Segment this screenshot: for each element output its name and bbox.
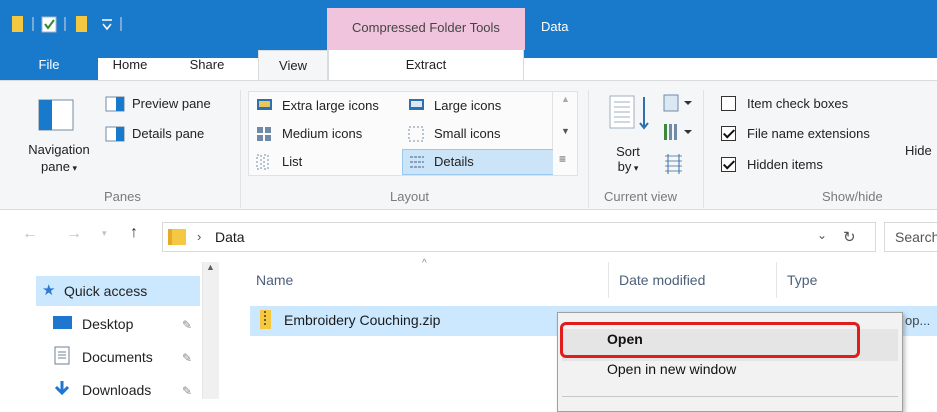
file-type-truncated: op... xyxy=(905,313,931,328)
pin-icon[interactable]: ✎ xyxy=(182,351,192,365)
add-columns-icon[interactable] xyxy=(662,122,696,144)
column-header-name[interactable]: Name xyxy=(256,272,293,288)
scroll-up-icon[interactable]: ▲ xyxy=(206,262,215,272)
new-folder-icon xyxy=(76,16,87,32)
size-columns-to-fit-icon[interactable] xyxy=(662,152,686,176)
recent-locations-chevron-icon[interactable]: ▾ xyxy=(102,228,107,239)
gallery-expand-icon[interactable]: ≡ xyxy=(559,152,566,166)
folder-icon xyxy=(168,229,186,245)
dropdown-arrow-icon: ▾ xyxy=(631,163,639,173)
tab-view[interactable]: View xyxy=(258,50,328,81)
list-icon xyxy=(256,154,269,170)
nav-item-documents[interactable]: Documents xyxy=(82,349,153,365)
medium-icons-option[interactable]: Medium icons xyxy=(282,126,362,141)
details-icon xyxy=(410,156,424,168)
quick-access-label: Quick access xyxy=(64,283,148,299)
forward-arrow-icon[interactable]: → xyxy=(66,225,82,243)
contextual-group-label: Compressed Folder Tools xyxy=(352,20,500,35)
search-placeholder: Search xyxy=(895,229,937,245)
group-by-icon[interactable] xyxy=(662,93,696,115)
up-arrow-icon[interactable]: ↑ xyxy=(130,224,138,242)
column-divider[interactable] xyxy=(776,262,777,298)
sort-by-label: by xyxy=(617,159,632,174)
file-name-extensions-checkbox[interactable] xyxy=(721,126,736,141)
tab-extract[interactable]: Extract xyxy=(328,50,524,80)
list-option[interactable]: List xyxy=(282,154,302,169)
navigation-pane-label-2: pane xyxy=(41,159,70,174)
nav-pane-scrollbar[interactable]: ▲ xyxy=(202,262,219,399)
nav-item-downloads[interactable]: Downloads xyxy=(82,382,151,398)
small-icons-option[interactable]: Small icons xyxy=(434,126,500,141)
extra-large-icons-option[interactable]: Extra large icons xyxy=(282,98,379,113)
layout-gallery-scroller[interactable]: ▲ ▼ ≡ xyxy=(553,91,578,176)
scroll-up-icon[interactable]: ▲ xyxy=(561,94,570,104)
group-divider xyxy=(588,90,589,208)
quick-access-toolbar[interactable] xyxy=(8,14,158,36)
medium-icons-icon xyxy=(257,127,271,141)
item-check-boxes-label: Item check boxes xyxy=(747,96,849,111)
back-arrow-icon[interactable]: ← xyxy=(22,225,38,243)
customize-toolbar-icon xyxy=(102,19,112,31)
file-name[interactable]: Embroidery Couching.zip xyxy=(284,312,440,328)
breadcrumb-data[interactable]: Data xyxy=(215,229,245,245)
layout-group-label: Layout xyxy=(390,189,430,204)
large-icons-option[interactable]: Large icons xyxy=(434,98,501,113)
menu-separator xyxy=(562,396,898,397)
tab-file[interactable]: File xyxy=(0,50,98,80)
navigation-pane-icon xyxy=(38,99,74,131)
hide-selected-items-button[interactable]: Hide xyxy=(905,143,932,158)
file-name-extensions-label: File name extensions xyxy=(747,126,870,141)
dropdown-arrow-icon: ▾ xyxy=(69,163,77,173)
panes-group-label: Panes xyxy=(104,189,141,204)
group-divider xyxy=(240,90,241,208)
nav-item-desktop[interactable]: Desktop xyxy=(82,316,133,332)
group-divider xyxy=(703,90,704,208)
sort-ascending-icon: ^ xyxy=(422,258,427,269)
column-divider[interactable] xyxy=(608,262,609,298)
navigation-pane-label: Navigation xyxy=(28,142,90,157)
menu-item-open-in-new-window[interactable]: Open in new window xyxy=(607,361,736,377)
sort-label: Sort xyxy=(616,144,640,159)
show-hide-group-label: Show/hide xyxy=(822,189,883,204)
navigation-pane-button[interactable]: Navigation pane ▾ xyxy=(20,142,98,174)
annotation-highlight-box xyxy=(560,322,860,358)
window-title: Data xyxy=(541,19,569,34)
hidden-items-label: Hidden items xyxy=(747,157,823,172)
preview-pane-button[interactable]: Preview pane xyxy=(132,96,211,111)
tab-share[interactable]: Share xyxy=(176,50,238,80)
sort-by-button[interactable]: Sort by ▾ xyxy=(608,144,648,174)
address-dropdown-chevron-icon[interactable]: ⌄ xyxy=(817,228,827,242)
hidden-items-checkbox[interactable] xyxy=(721,157,736,172)
details-option[interactable]: Details xyxy=(434,154,474,169)
current-view-group-label: Current view xyxy=(604,189,677,204)
zip-folder-icon xyxy=(260,310,271,329)
pin-icon[interactable]: ✎ xyxy=(182,318,192,332)
extra-large-icons-icon xyxy=(257,99,272,110)
address-bar[interactable]: › Data ⌄ ↻ xyxy=(162,222,876,252)
refresh-icon[interactable]: ↻ xyxy=(843,228,856,246)
item-check-boxes-checkbox[interactable] xyxy=(721,96,736,111)
column-header-date-modified[interactable]: Date modified xyxy=(619,272,705,288)
column-header-type[interactable]: Type xyxy=(787,272,817,288)
path-separator-icon[interactable]: › xyxy=(197,229,201,244)
details-pane-icon xyxy=(105,126,125,142)
search-input[interactable]: Search xyxy=(884,222,937,252)
quick-access-star-icon: ★ xyxy=(42,282,56,299)
details-pane-button[interactable]: Details pane xyxy=(132,126,204,141)
large-icons-icon xyxy=(409,99,424,110)
scroll-down-icon[interactable]: ▼ xyxy=(561,126,570,136)
downloads-icon xyxy=(54,381,70,396)
desktop-icon xyxy=(53,316,72,329)
small-icons-icon xyxy=(408,126,424,142)
preview-pane-icon xyxy=(105,96,125,112)
tab-home[interactable]: Home xyxy=(98,50,162,80)
sort-by-icon xyxy=(609,95,649,130)
pin-icon[interactable]: ✎ xyxy=(182,384,192,398)
documents-icon xyxy=(54,346,70,365)
folder-icon xyxy=(12,16,23,32)
